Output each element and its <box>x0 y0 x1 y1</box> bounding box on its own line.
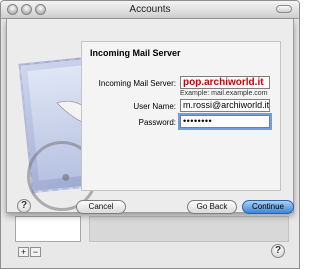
incoming-server-field[interactable]: pop.archiworld.it <box>180 76 270 89</box>
section-title: Incoming Mail Server <box>90 48 181 58</box>
user-name-field[interactable]: m.rossi@archiworld.it <box>180 99 270 112</box>
accounts-list[interactable] <box>15 216 81 242</box>
accounts-window: Accounts + − ? ● Incoming Mail Server In… <box>0 0 300 269</box>
server-example-hint: Example: mail.example.com <box>180 90 268 97</box>
window-title: Accounts <box>129 4 171 15</box>
toolbar-toggle-button[interactable] <box>276 5 292 13</box>
account-details-area <box>89 216 289 242</box>
go-back-button[interactable]: Go Back <box>187 200 237 214</box>
setup-sheet: ● Incoming Mail Server Incoming Mail Ser… <box>6 19 294 214</box>
help-button[interactable]: ? <box>17 199 31 213</box>
remove-account-button[interactable]: − <box>30 247 41 257</box>
password-field[interactable]: •••••••• <box>178 113 272 130</box>
incoming-mail-panel: Incoming Mail Server Incoming Mail Serve… <box>81 41 281 191</box>
password-label: Password: <box>138 118 176 127</box>
server-label: Incoming Mail Server: <box>98 79 176 88</box>
continue-button[interactable]: Continue <box>242 200 294 214</box>
cancel-button[interactable]: Cancel <box>76 200 126 214</box>
title-bar: Accounts <box>1 1 299 19</box>
apple-logo-icon: ● <box>61 169 71 186</box>
add-account-button[interactable]: + <box>18 247 29 257</box>
help-button-window[interactable]: ? <box>271 244 285 258</box>
user-name-label: User Name: <box>133 102 176 111</box>
